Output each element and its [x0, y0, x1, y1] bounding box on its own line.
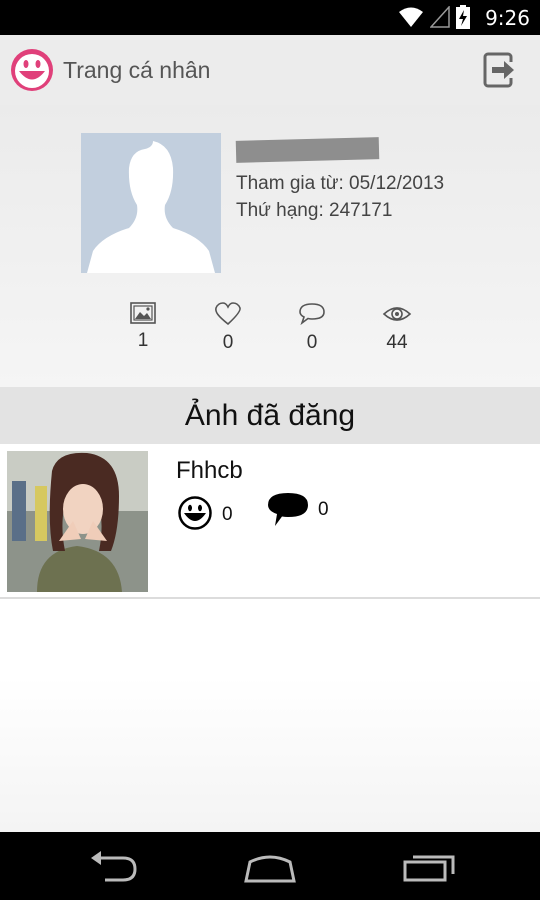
stat-views[interactable]: 44	[367, 302, 427, 354]
post-thumbnail[interactable]	[7, 451, 148, 592]
comment-icon	[299, 303, 325, 326]
battery-charging-icon	[456, 5, 470, 29]
post-title: Fhhcb	[176, 457, 243, 484]
avatar	[81, 133, 221, 273]
stat-comments[interactable]: 0	[282, 302, 342, 354]
stat-likes[interactable]: 0	[198, 302, 258, 354]
status-icons	[398, 5, 470, 29]
status-bar: 9:26	[0, 0, 540, 35]
home-icon[interactable]	[240, 850, 300, 884]
stat-images[interactable]: 1	[113, 302, 173, 352]
logout-icon[interactable]	[480, 50, 520, 90]
smiley-like-icon[interactable]	[178, 496, 212, 530]
post-list[interactable]: Fhhcb 0 0	[0, 444, 540, 832]
stat-views-value: 44	[386, 332, 408, 353]
eye-icon	[382, 307, 412, 321]
rank: Thứ hạng: 247171	[236, 200, 393, 221]
smiley-logo-icon[interactable]	[10, 48, 54, 92]
posted-images-header: Ảnh đã đăng	[0, 387, 540, 444]
action-bar: Trang cá nhân	[0, 35, 540, 105]
stat-images-value: 1	[137, 330, 149, 351]
status-time: 9:26	[485, 6, 530, 30]
post-photo	[7, 451, 148, 592]
page-title: Trang cá nhân	[63, 57, 211, 83]
post-comment-count: 0	[318, 499, 329, 520]
navigation-bar	[0, 832, 540, 900]
wifi-icon	[399, 7, 423, 27]
heart-icon	[215, 302, 241, 326]
post-like-count: 0	[222, 504, 233, 525]
username-redacted	[235, 137, 380, 163]
list-item[interactable]: Fhhcb 0 0	[0, 444, 540, 599]
avatar-silhouette-icon	[87, 141, 215, 273]
stat-comments-value: 0	[306, 332, 318, 353]
back-icon[interactable]	[83, 850, 143, 884]
join-date: Tham gia từ: 05/12/2013	[236, 173, 445, 194]
recent-apps-icon[interactable]	[399, 850, 459, 884]
signal-icon	[430, 6, 450, 28]
profile-section: Tham gia từ: 05/12/2013 Thứ hạng: 247171…	[0, 105, 540, 387]
comment-bubble-icon[interactable]	[267, 492, 309, 528]
stat-likes-value: 0	[222, 332, 234, 353]
image-icon	[130, 302, 156, 324]
